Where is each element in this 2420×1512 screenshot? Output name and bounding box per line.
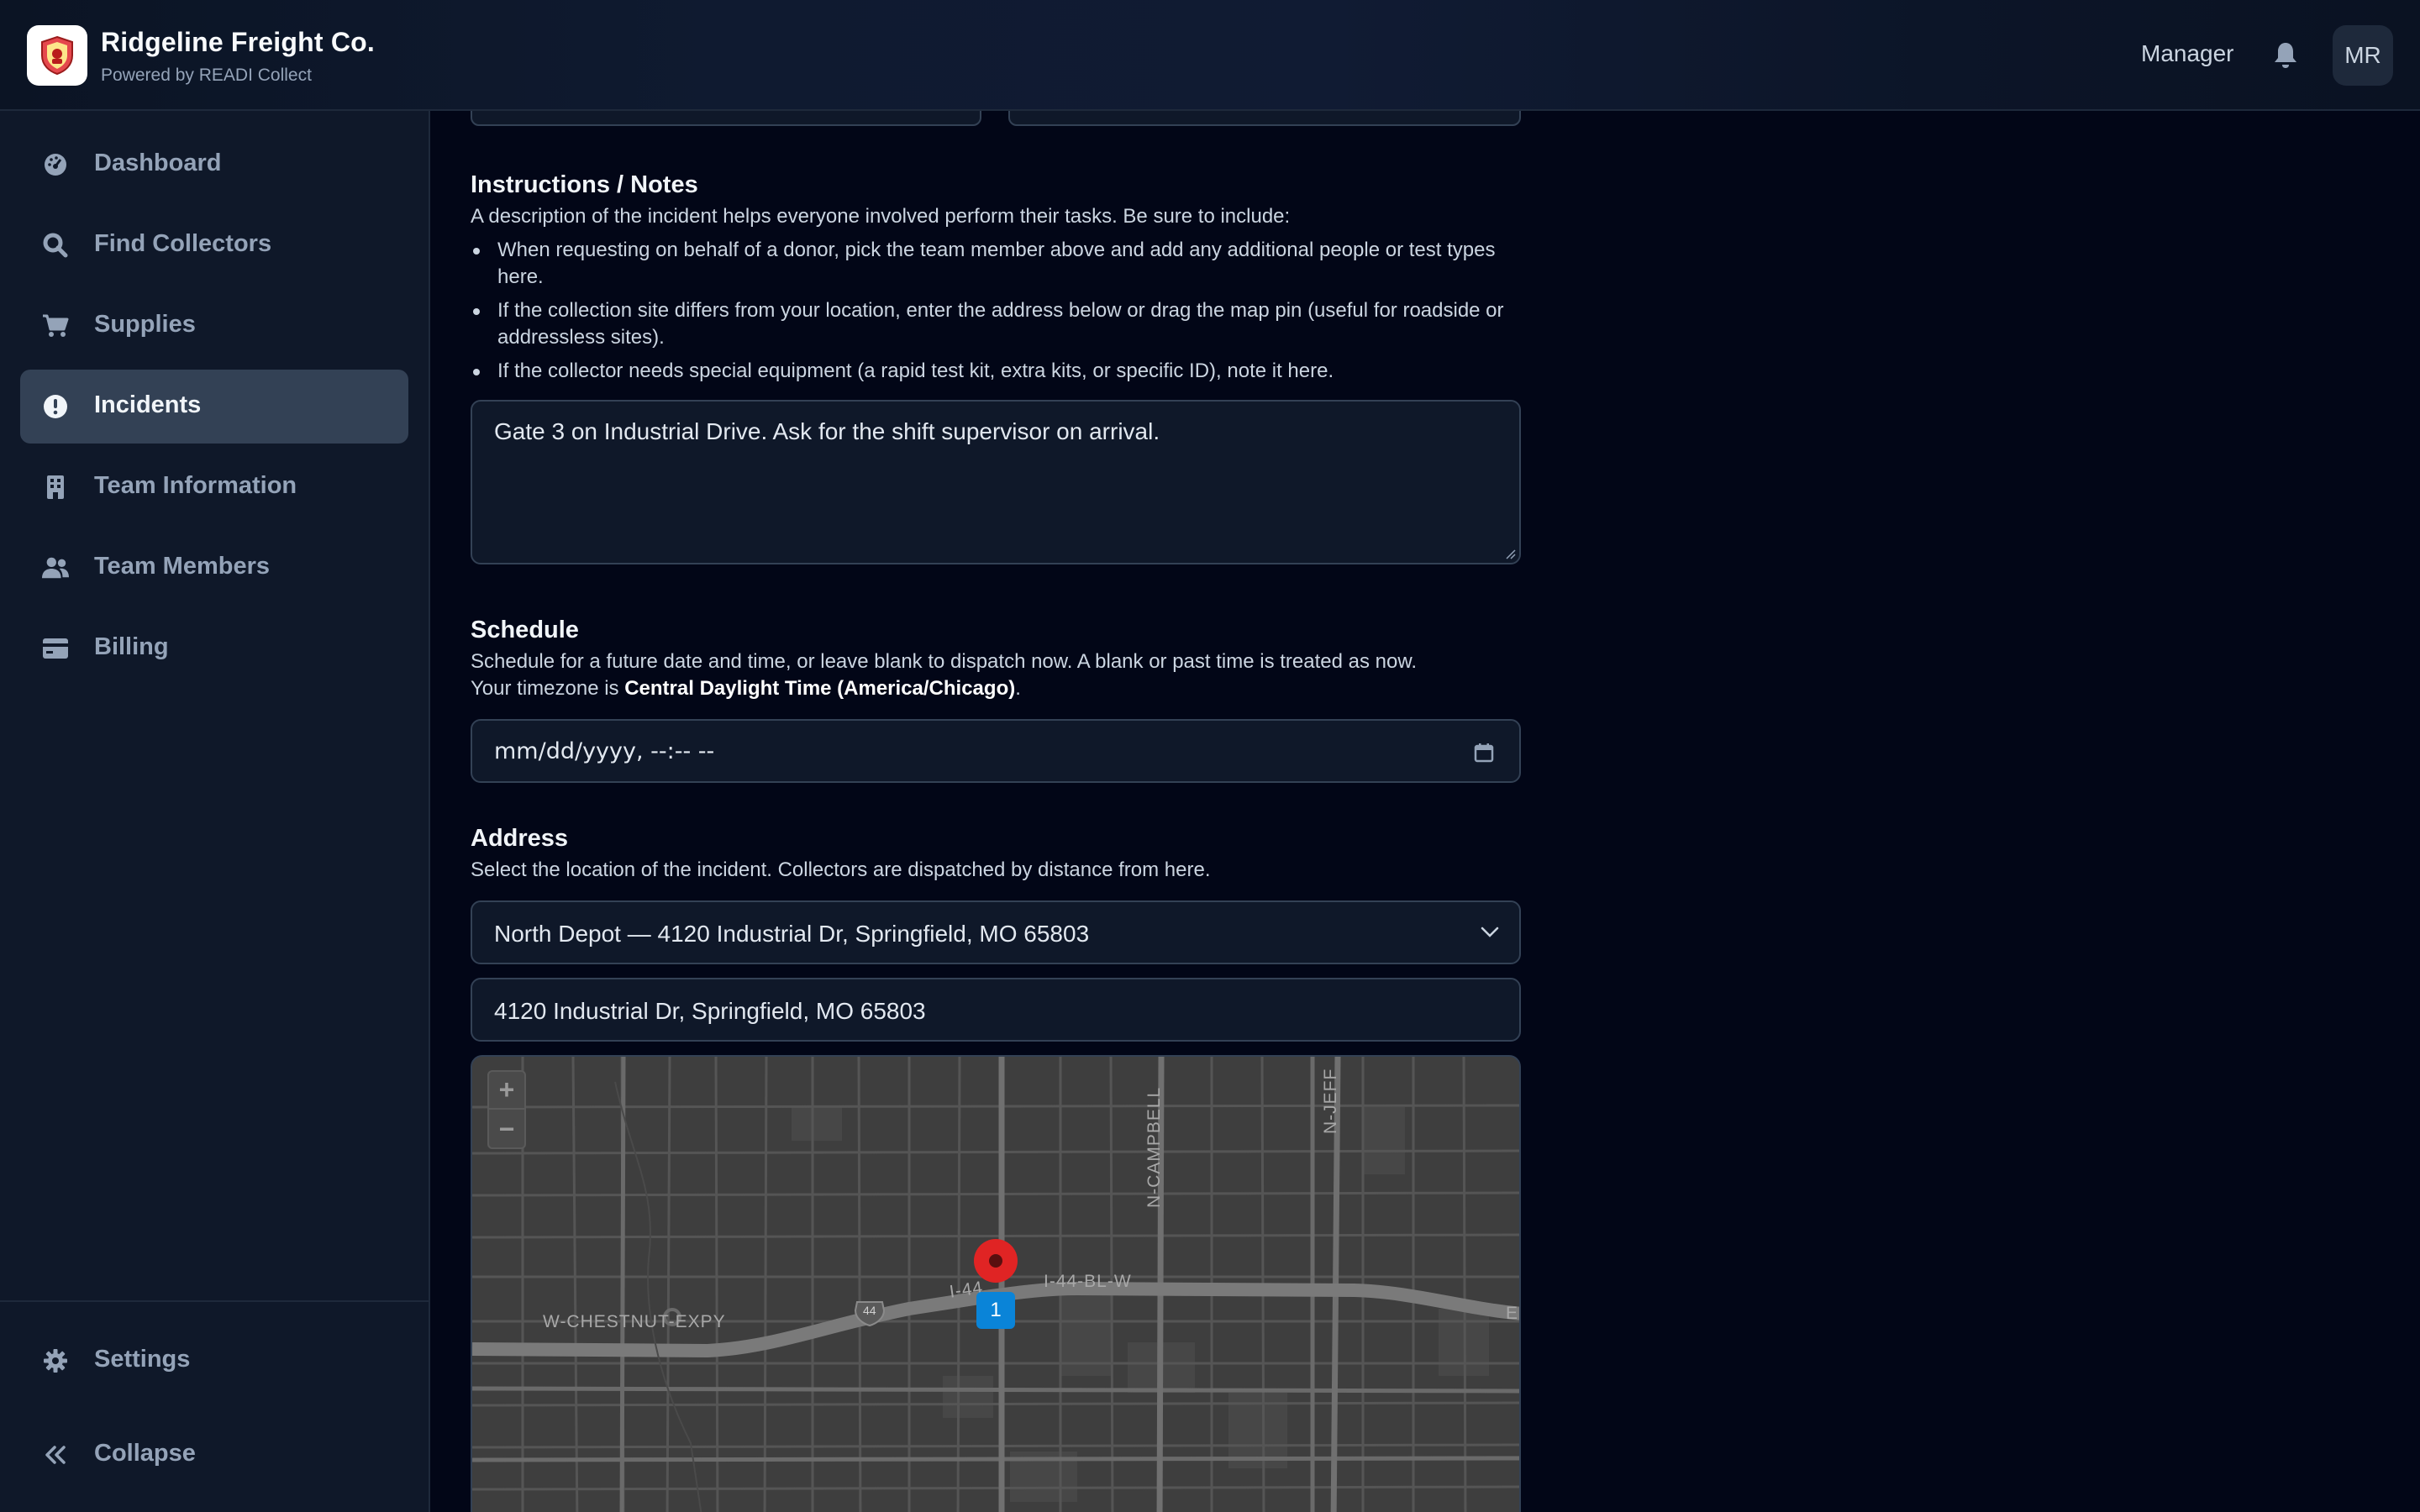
top-bar: Ridgeline Freight Co. Powered by READI C… [0, 0, 2420, 111]
sidebar-item-team-members[interactable]: Team Members [20, 531, 408, 605]
resize-grip-icon[interactable] [1504, 548, 1516, 559]
gear-icon [42, 1347, 69, 1374]
notes-bullet: When requesting on behalf of a donor, pi… [471, 237, 1521, 291]
sidebar-item-team-information[interactable]: Team Information [20, 450, 408, 524]
sidebar-item-find-collectors[interactable]: Find Collectors [20, 208, 408, 282]
street-label-campbell: N-CAMPBELL [1144, 1086, 1164, 1208]
highway-label-i44bl: I-44-BL-W [1044, 1272, 1132, 1291]
timezone-name: Central Daylight Time (America/Chicago) [624, 677, 1016, 700]
location-select-value: North Depot — 4120 Industrial Dr, Spring… [494, 921, 1090, 947]
notes-title: Instructions / Notes [471, 171, 698, 198]
datetime-placeholder: mm/dd/yyyy, --:-- -- [494, 738, 715, 764]
users-icon [42, 554, 69, 581]
highway-label-e: E [1506, 1304, 1519, 1323]
double-chevron-left-icon [42, 1441, 69, 1468]
address-input[interactable]: 4120 Industrial Dr, Springfield, MO 6580… [471, 978, 1521, 1042]
notes-bullet: If the collector needs special equipment… [471, 358, 1521, 385]
map-marker-count-badge[interactable]: 1 [976, 1292, 1015, 1329]
schedule-description: Schedule for a future date and time, or … [471, 650, 1418, 673]
sidebar-item-incidents[interactable]: Incidents [20, 370, 408, 444]
notes-intro: A description of the incident helps ever… [471, 205, 1291, 228]
main-content: Instructions / Notes A description of th… [432, 111, 2420, 1512]
alert-circle-icon [42, 393, 69, 420]
schedule-title: Schedule [471, 617, 579, 643]
street-label-chestnut: W-CHESTNUT-EXPY [543, 1312, 726, 1331]
bell-icon[interactable] [2270, 39, 2301, 72]
interstate-shield-label: 44 [863, 1304, 876, 1317]
credit-card-icon [42, 635, 69, 662]
powered-by: Powered by READI Collect [101, 66, 312, 85]
sidebar-divider [0, 1300, 429, 1302]
address-title: Address [471, 825, 569, 852]
sidebar-item-label: Dashboard [94, 150, 222, 176]
map-zoom-control: + − [487, 1070, 526, 1149]
calendar-icon[interactable] [1474, 743, 1494, 763]
timezone-prefix: Your timezone is [471, 677, 625, 700]
sidebar-item-label: Incidents [94, 391, 202, 418]
collapse-sidebar-button[interactable]: Collapse [20, 1418, 408, 1492]
schedule-timezone: Your timezone is Central Daylight Time (… [471, 675, 1021, 702]
shield-logo-icon [41, 35, 73, 76]
location-select[interactable]: North Depot — 4120 Industrial Dr, Spring… [471, 900, 1521, 964]
map-streets [472, 1057, 1519, 1512]
schedule-datetime-input[interactable]: mm/dd/yyyy, --:-- -- [471, 719, 1521, 783]
notes-bullet: If the collection site differs from your… [471, 297, 1521, 351]
address-description: Select the location of the incident. Col… [471, 858, 1211, 881]
avatar[interactable]: MR [2333, 25, 2393, 86]
role-label[interactable]: Manager [2141, 40, 2234, 67]
notes-bullet-list: When requesting on behalf of a donor, pi… [471, 237, 1521, 391]
street-label-jefferson: N-JEFF [1321, 1068, 1340, 1134]
company-name: Ridgeline Freight Co. [101, 27, 375, 57]
building-icon [42, 474, 69, 501]
sidebar-item-label: Collapse [94, 1440, 196, 1467]
chevron-down-icon [1481, 927, 1499, 937]
previous-field-left[interactable] [471, 111, 981, 126]
sidebar-item-settings[interactable]: Settings [20, 1324, 408, 1398]
sidebar-item-label: Billing [94, 633, 169, 660]
address-input-value: 4120 Industrial Dr, Springfield, MO 6580… [494, 998, 926, 1024]
sidebar: Dashboard Find Collectors Supplies Incid… [0, 111, 430, 1512]
company-logo[interactable] [27, 25, 87, 86]
cart-icon [42, 312, 69, 339]
timezone-suffix: . [1015, 677, 1021, 700]
sidebar-item-supplies[interactable]: Supplies [20, 289, 408, 363]
notes-textarea[interactable]: Gate 3 on Industrial Drive. Ask for the … [471, 400, 1521, 564]
sidebar-item-label: Team Information [94, 472, 297, 499]
zoom-in-button[interactable]: + [489, 1072, 524, 1110]
incident-map[interactable]: W-CHESTNUT-EXPY N-CAMPBELL N-JEFF I-44-B… [471, 1055, 1521, 1512]
sidebar-item-label: Team Members [94, 553, 270, 580]
zoom-out-button[interactable]: − [489, 1110, 524, 1148]
notes-value: Gate 3 on Industrial Drive. Ask for the … [494, 418, 1160, 444]
sidebar-item-dashboard[interactable]: Dashboard [20, 128, 408, 202]
dashboard-icon [42, 151, 69, 178]
sidebar-item-billing[interactable]: Billing [20, 612, 408, 685]
sidebar-item-label: Settings [94, 1346, 191, 1373]
search-icon [42, 232, 69, 259]
sidebar-item-label: Find Collectors [94, 230, 272, 257]
sidebar-item-label: Supplies [94, 311, 196, 338]
previous-field-right[interactable] [1008, 111, 1521, 126]
